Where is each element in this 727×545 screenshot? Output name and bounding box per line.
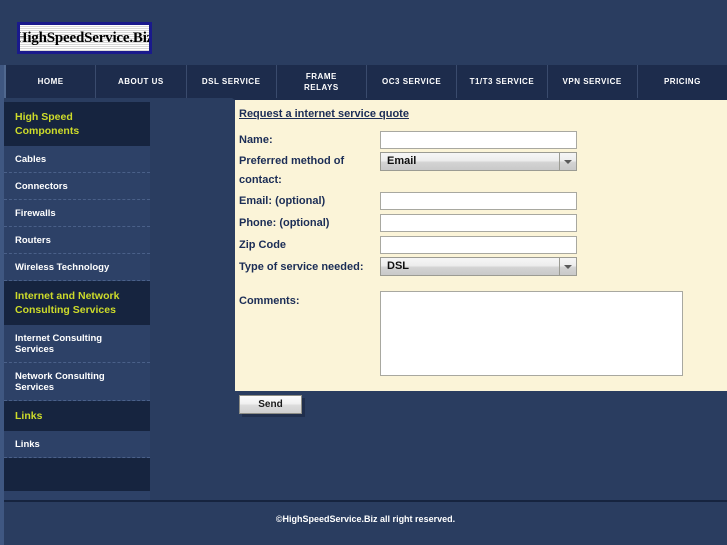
sidebar-item-routers[interactable]: Routers xyxy=(4,227,150,254)
sidebar-item-label: Links xyxy=(15,439,40,450)
site-footer: ©HighSpeedService.Biz all right reserved… xyxy=(4,502,727,545)
site-header: HighSpeedService.Biz xyxy=(0,0,727,65)
preferred-contact-value: Email xyxy=(387,155,417,167)
label-preferred-contact: Preferred method of contact: xyxy=(239,155,345,186)
chevron-down-icon[interactable] xyxy=(559,153,576,170)
sidebar-item-connectors[interactable]: Connectors xyxy=(4,173,150,200)
comments-textarea[interactable] xyxy=(380,291,683,376)
send-button-wrap: Send xyxy=(239,394,727,414)
nav-item-dsl-service[interactable]: DSL SERVICE xyxy=(187,65,277,98)
sidebar-filler-dark xyxy=(4,458,150,491)
sidebar-item-links[interactable]: Links xyxy=(4,431,150,458)
phone-input[interactable] xyxy=(380,214,577,232)
sidebar-heading-links[interactable]: Links xyxy=(4,401,150,431)
nav-label-t1-t3-service: T1/T3 SERVICE xyxy=(469,77,535,86)
sidebar-item-label: Network Consulting Services xyxy=(15,371,105,393)
sidebar-item-label: Routers xyxy=(15,235,51,246)
nav-item-frame-relays[interactable]: FRAME RELAYS xyxy=(277,65,367,98)
nav-item-pricing[interactable]: PRICING xyxy=(638,65,727,98)
send-button[interactable]: Send xyxy=(239,395,302,414)
sidebar-item-network-consulting-services[interactable]: Network Consulting Services xyxy=(4,363,150,401)
nav-item-vpn-service[interactable]: VPN SERVICE xyxy=(548,65,638,98)
sidebar-item-label: Firewalls xyxy=(15,208,56,219)
site-logo[interactable]: HighSpeedService.Biz xyxy=(17,22,152,54)
main-navigation: HOME ABOUT US DSL SERVICE FRAME RELAYS O… xyxy=(4,65,727,98)
label-comments: Comments: xyxy=(239,295,300,307)
preferred-contact-select[interactable]: Email xyxy=(380,152,577,171)
sidebar-heading-label: Internet and Network Consulting Services xyxy=(15,290,120,316)
nav-label-vpn-service: VPN SERVICE xyxy=(562,77,622,86)
form-row-name: Name: xyxy=(235,130,727,151)
page-title: Request a internet service quote xyxy=(239,108,409,120)
sidebar-group-high-speed-components: Cables Connectors Firewalls Routers Wire… xyxy=(4,146,150,281)
nav-label-home: HOME xyxy=(37,77,64,86)
content-panel: Request a internet service quote Name: P… xyxy=(232,98,727,414)
nav-item-oc3-service[interactable]: OC3 SERVICE xyxy=(367,65,458,98)
label-name: Name: xyxy=(239,134,273,146)
site-logo-text: HighSpeedService.Biz xyxy=(17,29,152,46)
service-type-value: DSL xyxy=(387,260,409,272)
sidebar-heading-high-speed-components[interactable]: High Speed Components xyxy=(4,102,150,146)
form-row-phone: Phone: (optional) xyxy=(235,213,727,234)
nav-label-frame-relays-line2: RELAYS xyxy=(304,82,339,92)
nav-item-home[interactable]: HOME xyxy=(6,65,97,98)
form-row-zip: Zip Code xyxy=(235,235,727,256)
form-row-comments: Comments: xyxy=(235,291,727,381)
sidebar-item-label: Wireless Technology xyxy=(15,262,110,273)
nav-item-t1-t3-service[interactable]: T1/T3 SERVICE xyxy=(457,65,548,98)
form-row-preferred-contact: Preferred method of contact: Email xyxy=(235,152,727,190)
nav-label-about-us: ABOUT US xyxy=(117,77,164,86)
sidebar-group-links: Links xyxy=(4,431,150,458)
sidebar: High Speed Components Cables Connectors … xyxy=(4,102,150,524)
sidebar-item-firewalls[interactable]: Firewalls xyxy=(4,200,150,227)
label-phone: Phone: (optional) xyxy=(239,217,330,229)
nav-label-oc3-service: OC3 SERVICE xyxy=(382,77,442,86)
service-type-select[interactable]: DSL xyxy=(380,257,577,276)
sidebar-heading-label: Links xyxy=(15,410,43,422)
sidebar-item-label: Internet Consulting Services xyxy=(15,333,103,355)
sidebar-item-internet-consulting-services[interactable]: Internet Consulting Services xyxy=(4,325,150,363)
sidebar-item-cables[interactable]: Cables xyxy=(4,146,150,173)
sidebar-heading-internet-network-consulting[interactable]: Internet and Network Consulting Services xyxy=(4,281,150,325)
label-service-type: Type of service needed: xyxy=(239,261,364,273)
email-input[interactable] xyxy=(380,192,577,210)
sidebar-group-internet-network-consulting: Internet Consulting Services Network Con… xyxy=(4,325,150,401)
zip-code-input[interactable] xyxy=(380,236,577,254)
nav-label-dsl-service: DSL SERVICE xyxy=(201,77,261,86)
nav-item-about-us[interactable]: ABOUT US xyxy=(96,65,187,98)
chevron-down-icon[interactable] xyxy=(559,258,576,275)
sidebar-heading-label: High Speed Components xyxy=(15,111,80,137)
form-row-service-type: Type of service needed: DSL xyxy=(235,257,727,278)
name-input[interactable] xyxy=(380,131,577,149)
label-email: Email: (optional) xyxy=(239,195,326,207)
nav-label-pricing: PRICING xyxy=(663,77,701,86)
sidebar-item-label: Connectors xyxy=(15,181,68,192)
footer-copyright: ©HighSpeedService.Biz all right reserved… xyxy=(275,514,456,524)
sidebar-item-label: Cables xyxy=(15,154,47,165)
sidebar-item-wireless-technology[interactable]: Wireless Technology xyxy=(4,254,150,281)
label-zip-code: Zip Code xyxy=(239,239,287,251)
nav-label-frame-relays-line1: FRAME xyxy=(305,71,337,81)
form-row-email: Email: (optional) xyxy=(235,191,727,212)
